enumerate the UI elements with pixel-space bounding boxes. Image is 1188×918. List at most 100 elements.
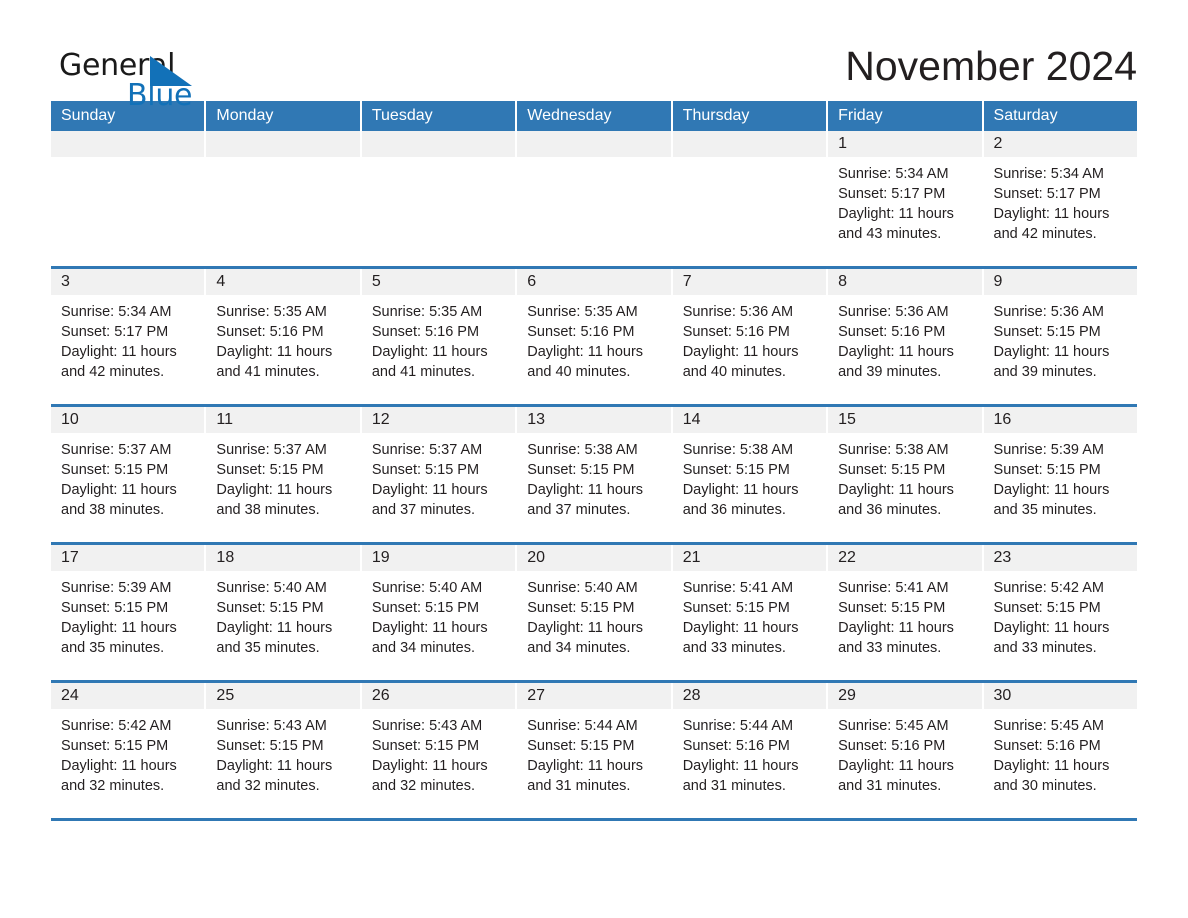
day-cell-4[interactable]: 4 Sunrise: 5:35 AM Sunset: 5:16 PM Daylight… — [206, 269, 362, 404]
day-detail-line: Sunset: 5:17 PM — [838, 186, 946, 202]
day-number — [361, 131, 516, 157]
day-number: 26 — [361, 683, 516, 709]
calendar-week-row: 17 Sunrise: 5:39 AM Sunset: 5:15 PM Dayligh… — [51, 542, 1137, 680]
day-details: Sunrise: 5:42 AM Sunset: 5:15 PM Daylight:… — [51, 709, 204, 796]
day-cell-30[interactable]: 30 Sunrise: 5:45 AM Sunset: 5:16 PM Dayligh… — [983, 683, 1137, 818]
calendar-page: General Blue November 2024 Tabango, East… — [0, 0, 1188, 918]
day-cell-5[interactable]: 5 Sunrise: 5:35 AM Sunset: 5:16 PM Daylight… — [361, 269, 518, 404]
day-detail-line: Daylight: 11 hours — [527, 482, 644, 498]
day-cell-15[interactable]: 15 Sunrise: 5:38 AM Sunset: 5:15 PM Dayligh… — [828, 407, 984, 542]
weekday-header-tuesday: Tuesday — [361, 101, 518, 131]
day-cell-13[interactable]: 13 Sunrise: 5:38 AM Sunset: 5:15 PM Dayligh… — [517, 407, 673, 542]
day-cell-27[interactable]: 27 Sunrise: 5:44 AM Sunset: 5:15 PM Dayligh… — [517, 683, 673, 818]
calendar-week-row: 3 Sunrise: 5:34 AM Sunset: 5:17 PM Daylight… — [51, 266, 1137, 404]
day-number: 18 — [206, 545, 360, 571]
day-cell-23[interactable]: 23 Sunrise: 5:42 AM Sunset: 5:15 PM Dayligh… — [983, 545, 1137, 680]
day-details: Sunrise: 5:39 AM Sunset: 5:15 PM Daylight:… — [51, 571, 204, 658]
day-cell-25[interactable]: 25 Sunrise: 5:43 AM Sunset: 5:15 PM Dayligh… — [206, 683, 362, 818]
day-detail-line: Sunrise: 5:43 AM — [216, 718, 327, 734]
day-detail-line: and 42 minutes. — [993, 226, 1097, 242]
day-number — [206, 131, 360, 157]
day-detail-line: Sunset: 5:15 PM — [682, 462, 790, 478]
day-detail-line: Daylight: 11 hours — [216, 482, 333, 498]
day-cell-17[interactable]: 17 Sunrise: 5:39 AM Sunset: 5:15 PM Dayligh… — [51, 545, 207, 680]
day-cell-9[interactable]: 9 Sunrise: 5:36 AM Sunset: 5:15 PM Daylight… — [983, 269, 1137, 404]
day-detail-line: Sunset: 5:15 PM — [838, 462, 946, 478]
day-cell-14[interactable]: 14 Sunrise: 5:38 AM Sunset: 5:15 PM Dayligh… — [672, 407, 829, 542]
day-detail-line: Daylight: 11 hours — [61, 620, 177, 636]
day-detail-line: Sunrise: 5:37 AM — [371, 442, 483, 458]
day-cell-3[interactable]: 3 Sunrise: 5:34 AM Sunset: 5:17 PM Daylight… — [51, 269, 207, 404]
day-cell-22[interactable]: 22 Sunrise: 5:41 AM Sunset: 5:15 PM Dayligh… — [828, 545, 984, 680]
day-detail-line: Sunrise: 5:44 AM — [682, 718, 794, 734]
day-detail-line: and 38 minutes. — [216, 502, 320, 518]
day-number: 30 — [983, 683, 1137, 709]
day-cell-10[interactable]: 10 Sunrise: 5:37 AM Sunset: 5:15 PM Dayligh… — [51, 407, 207, 542]
day-number: 29 — [828, 683, 982, 709]
day-detail-line: Sunset: 5:15 PM — [61, 738, 169, 754]
day-cell-21[interactable]: 21 Sunrise: 5:41 AM Sunset: 5:15 PM Dayligh… — [672, 545, 829, 680]
day-details — [673, 157, 826, 164]
day-cell-empty — [361, 131, 518, 266]
day-cell-12[interactable]: 12 Sunrise: 5:37 AM Sunset: 5:15 PM Dayligh… — [361, 407, 518, 542]
day-detail-line: Daylight: 11 hours — [838, 758, 954, 774]
day-cell-11[interactable]: 11 Sunrise: 5:37 AM Sunset: 5:15 PM Dayligh… — [206, 407, 362, 542]
calendar-week-row: 10 Sunrise: 5:37 AM Sunset: 5:15 PM Dayligh… — [51, 404, 1137, 542]
day-number — [517, 131, 671, 157]
day-detail-line: and 37 minutes. — [527, 502, 631, 518]
day-detail-line: Daylight: 11 hours — [682, 344, 799, 360]
day-cell-19[interactable]: 19 Sunrise: 5:40 AM Sunset: 5:15 PM Dayligh… — [361, 545, 518, 680]
day-detail-line: Sunrise: 5:36 AM — [993, 304, 1104, 320]
day-detail-line: Daylight: 11 hours — [371, 620, 488, 636]
day-detail-line: Sunset: 5:16 PM — [682, 324, 790, 340]
day-detail-line: Sunset: 5:16 PM — [682, 738, 790, 754]
day-cell-26[interactable]: 26 Sunrise: 5:43 AM Sunset: 5:15 PM Dayligh… — [361, 683, 518, 818]
day-details: Sunrise: 5:34 AM Sunset: 5:17 PM Daylight:… — [984, 157, 1137, 244]
day-number: 1 — [828, 131, 982, 157]
weekday-header-wednesday: Wednesday — [517, 101, 673, 131]
day-detail-line: Daylight: 11 hours — [993, 344, 1110, 360]
day-detail-line: Sunrise: 5:36 AM — [682, 304, 794, 320]
day-cell-18[interactable]: 18 Sunrise: 5:40 AM Sunset: 5:15 PM Dayligh… — [206, 545, 362, 680]
day-cell-20[interactable]: 20 Sunrise: 5:40 AM Sunset: 5:15 PM Dayligh… — [517, 545, 673, 680]
day-detail-line: Sunset: 5:16 PM — [371, 324, 480, 340]
day-details: Sunrise: 5:37 AM Sunset: 5:15 PM Daylight:… — [362, 433, 515, 520]
day-details: Sunrise: 5:40 AM Sunset: 5:15 PM Daylight:… — [362, 571, 515, 658]
day-cell-16[interactable]: 16 Sunrise: 5:39 AM Sunset: 5:15 PM Dayligh… — [983, 407, 1137, 542]
day-number: 16 — [983, 407, 1137, 433]
day-cell-1[interactable]: 1 Sunrise: 5:34 AM Sunset: 5:17 PM Daylight… — [828, 131, 984, 266]
day-cell-7[interactable]: 7 Sunrise: 5:36 AM Sunset: 5:16 PM Daylight… — [672, 269, 829, 404]
day-cell-2[interactable]: 2 Sunrise: 5:34 AM Sunset: 5:17 PM Daylight… — [983, 131, 1137, 266]
day-details: Sunrise: 5:34 AM Sunset: 5:17 PM Daylight:… — [51, 295, 204, 382]
day-detail-line: Sunrise: 5:42 AM — [61, 718, 172, 734]
day-detail-line: Sunrise: 5:37 AM — [61, 442, 172, 458]
day-detail-line: and 40 minutes. — [527, 364, 631, 380]
day-details: Sunrise: 5:35 AM Sunset: 5:16 PM Daylight:… — [206, 295, 359, 382]
day-number: 20 — [517, 545, 671, 571]
day-number — [672, 131, 827, 157]
day-detail-line: and 36 minutes. — [838, 502, 942, 518]
day-detail-line: Daylight: 11 hours — [371, 758, 488, 774]
day-detail-line: Sunset: 5:15 PM — [216, 738, 324, 754]
day-cell-28[interactable]: 28 Sunrise: 5:44 AM Sunset: 5:16 PM Dayligh… — [672, 683, 829, 818]
day-details — [362, 157, 515, 164]
day-cell-24[interactable]: 24 Sunrise: 5:42 AM Sunset: 5:15 PM Dayligh… — [51, 683, 207, 818]
day-details: Sunrise: 5:45 AM Sunset: 5:16 PM Daylight:… — [984, 709, 1137, 796]
day-number: 23 — [983, 545, 1137, 571]
day-detail-line: and 38 minutes. — [61, 502, 165, 518]
day-cell-6[interactable]: 6 Sunrise: 5:35 AM Sunset: 5:16 PM Daylight… — [517, 269, 673, 404]
day-detail-line: Sunset: 5:17 PM — [993, 186, 1101, 202]
day-detail-line: Daylight: 11 hours — [838, 482, 954, 498]
day-detail-line: Daylight: 11 hours — [527, 620, 644, 636]
day-detail-line: Daylight: 11 hours — [527, 758, 644, 774]
day-cell-29[interactable]: 29 Sunrise: 5:45 AM Sunset: 5:16 PM Dayligh… — [828, 683, 984, 818]
day-detail-line: Sunrise: 5:38 AM — [682, 442, 794, 458]
day-detail-line: Daylight: 11 hours — [682, 758, 799, 774]
day-detail-line: Daylight: 11 hours — [993, 758, 1110, 774]
day-detail-line: Sunset: 5:16 PM — [527, 324, 635, 340]
day-cell-empty — [51, 131, 207, 266]
day-details — [517, 157, 670, 164]
day-detail-line: Sunrise: 5:42 AM — [993, 580, 1104, 596]
day-cell-8[interactable]: 8 Sunrise: 5:36 AM Sunset: 5:16 PM Daylight… — [828, 269, 984, 404]
day-detail-line: Sunrise: 5:40 AM — [371, 580, 483, 596]
